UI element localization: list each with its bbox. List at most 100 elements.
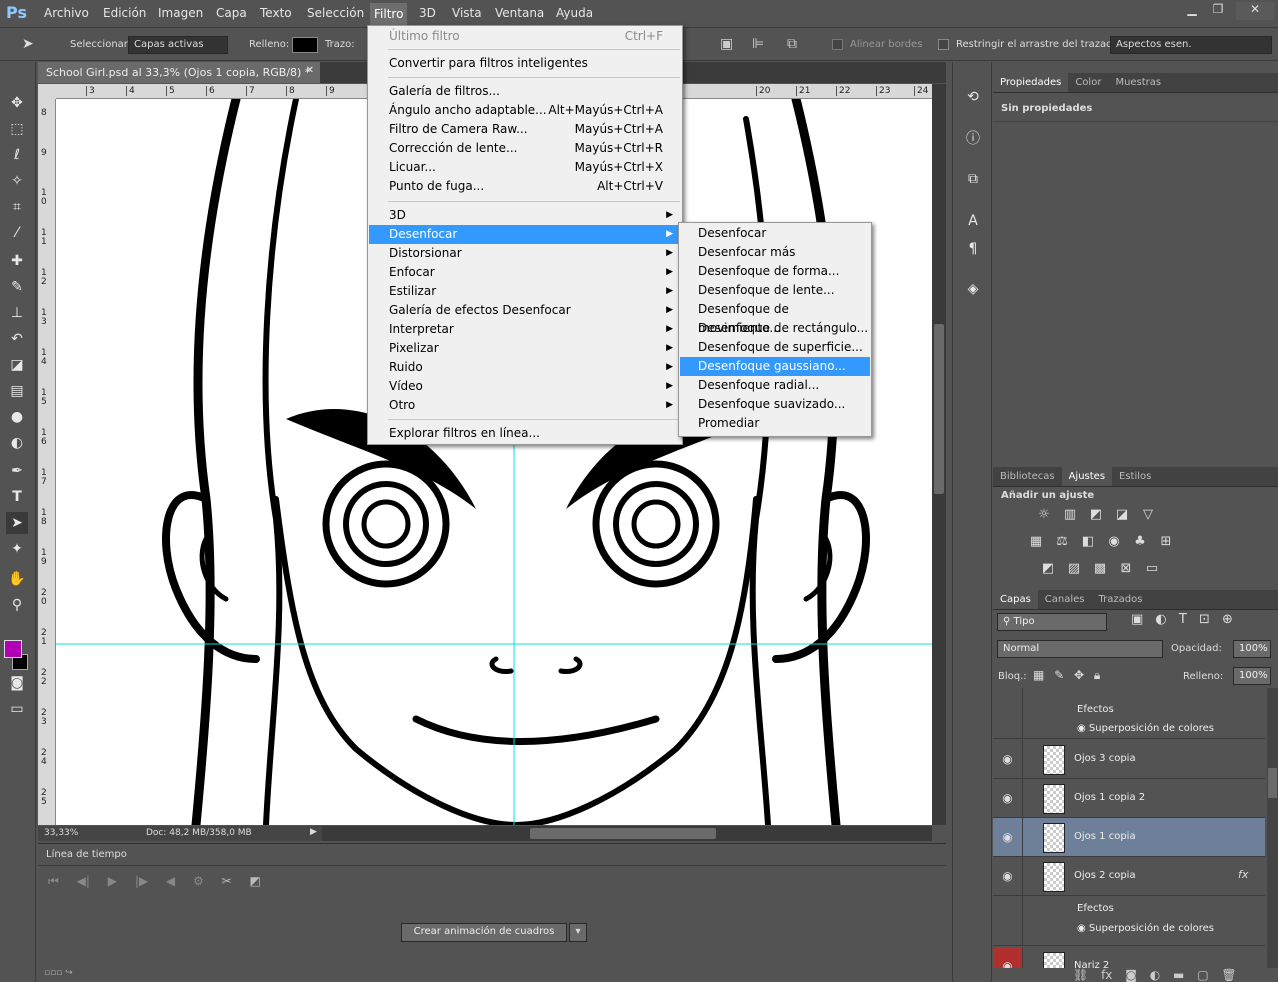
transition-icon[interactable]: ◩ — [249, 874, 260, 888]
foreground-color-swatch[interactable] — [4, 640, 22, 658]
tab-ajustes[interactable]: Ajustes — [1061, 467, 1113, 486]
menu-item-submenu[interactable]: Pixelizar ▶ — [369, 339, 681, 358]
marquee-tool-icon[interactable]: ⬚ — [6, 118, 28, 140]
menu-item-filter[interactable]: Filtro de Camera Raw... Mayús+Ctrl+A — [369, 120, 681, 139]
gradient-tool-icon[interactable]: ▤ — [6, 380, 28, 402]
gradient-map-icon[interactable]: ▭ — [1143, 561, 1161, 577]
audio-icon[interactable]: ◀ — [166, 874, 175, 888]
character-panel-icon[interactable]: A — [962, 210, 984, 232]
menu-item-browse-online[interactable]: Explorar filtros en línea... — [369, 424, 681, 443]
zoom-tool-icon[interactable]: ⚲ — [6, 594, 28, 616]
menu-item-submenu[interactable]: Desenfocar ▶ — [369, 225, 681, 244]
workspace-dropdown[interactable]: Aspectos esen. — [1110, 36, 1272, 54]
layer-mask-icon[interactable]: ◙ — [1125, 968, 1137, 982]
info-panel-icon[interactable]: ⓘ — [962, 128, 984, 150]
blur-menu-item[interactable]: Desenfocar más — [680, 243, 870, 262]
timeline-footer-icons[interactable]: ▫▫▫ ↪ — [44, 968, 73, 978]
visibility-eye-icon[interactable]: ◉ — [993, 947, 1023, 968]
dodge-tool-icon[interactable]: ◐ — [6, 432, 28, 454]
brush-tool-icon[interactable]: ✎ — [6, 276, 28, 298]
play-icon[interactable]: ▶ — [108, 874, 117, 888]
shape-tool-icon[interactable]: ✦ — [6, 538, 28, 560]
blend-mode-dropdown[interactable]: Normal — [997, 640, 1163, 658]
opacity-field[interactable]: 100% — [1233, 640, 1271, 658]
channel-mixer-icon[interactable]: ♣ — [1131, 534, 1149, 550]
menu-item-submenu[interactable]: Galería de efectos Desenfocar ▶ — [369, 301, 681, 320]
layer-row-selected[interactable]: ◉ Ojos 1 copia — [993, 818, 1265, 857]
status-menu-icon[interactable]: ▶ — [310, 827, 317, 837]
fill-field[interactable]: 100% — [1233, 667, 1271, 685]
menu-seleccion[interactable]: Selección — [307, 6, 364, 20]
levels-icon[interactable]: ▥ — [1061, 507, 1079, 523]
menu-3d[interactable]: 3D — [419, 6, 436, 20]
split-scissors-icon[interactable]: ✂ — [222, 874, 232, 888]
magic-wand-icon[interactable]: ✧ — [6, 170, 28, 192]
close-icon[interactable]: ✕ — [1236, 2, 1274, 20]
healing-brush-icon[interactable]: ✚ — [6, 250, 28, 272]
menu-archivo[interactable]: Archivo — [44, 6, 89, 20]
screen-mode-icon[interactable]: ▭ — [6, 698, 28, 720]
menu-texto[interactable]: Texto — [260, 6, 292, 20]
blur-tool-icon[interactable]: ● — [6, 406, 28, 428]
menu-item-submenu[interactable]: Vídeo ▶ — [369, 377, 681, 396]
vertical-scroll-thumb[interactable] — [934, 324, 944, 494]
blur-menu-item[interactable]: Promediar — [680, 414, 870, 433]
tab-color[interactable]: Color — [1068, 73, 1108, 92]
restore-icon[interactable]: ❐ — [1206, 2, 1230, 20]
eyedropper-icon[interactable]: ⁄ — [6, 222, 28, 244]
animation-type-dropdown-icon[interactable]: ▾ — [569, 923, 587, 942]
history-panel-icon[interactable]: ⟲ — [962, 86, 984, 108]
tab-muestras[interactable]: Muestras — [1108, 73, 1168, 92]
create-frame-animation-button[interactable]: Crear animación de cuadros — [401, 923, 567, 942]
history-brush-icon[interactable]: ↶ — [6, 328, 28, 350]
blur-menu-item[interactable]: Desenfoque de movimiento... — [680, 300, 870, 335]
layer-row[interactable]: ◉ Ojos 2 copia fx — [993, 857, 1265, 896]
layer-row[interactable]: ◉ Ojos 3 copia — [993, 740, 1265, 779]
blur-menu-item[interactable]: Desenfoque de rectángulo... — [680, 319, 870, 338]
photo-filter-icon[interactable]: ◉ — [1105, 534, 1123, 550]
color-overlay-effect[interactable]: ◉ Superposición de colores — [1077, 923, 1214, 934]
menu-ventana[interactable]: Ventana — [495, 6, 544, 20]
menu-item-submenu[interactable]: Estilizar ▶ — [369, 282, 681, 301]
tab-trazados[interactable]: Trazados — [1092, 590, 1150, 609]
blur-menu-item[interactable]: Desenfoque de superficie... — [680, 338, 870, 357]
zoom-level[interactable]: 33,33% — [44, 828, 78, 838]
blur-menu-item[interactable]: Desenfoque de forma... — [680, 262, 870, 281]
selective-color-icon[interactable]: ⊠ — [1117, 561, 1135, 577]
select-dropdown[interactable]: Capas activas — [128, 36, 228, 54]
path-arrange-icon[interactable]: ⧉ — [787, 36, 797, 52]
delete-layer-icon[interactable]: 🗑︎ — [1221, 968, 1236, 982]
layer-filter-dropdown[interactable]: ⚲ Tipo — [997, 613, 1107, 631]
lasso-tool-icon[interactable]: ℓ — [6, 144, 28, 166]
eraser-icon[interactable]: ◪ — [6, 354, 28, 376]
horizontal-scroll-thumb[interactable] — [530, 828, 716, 839]
fx-icon[interactable]: fx — [1238, 868, 1248, 881]
menu-item-filter[interactable]: Ángulo ancho adaptable... Alt+Mayús+Ctrl+… — [369, 101, 681, 120]
hue-saturation-icon[interactable]: ▦ — [1027, 534, 1045, 550]
tab-bibliotecas[interactable]: Bibliotecas — [993, 467, 1062, 486]
prev-frame-icon[interactable]: ◀| — [77, 874, 90, 888]
visibility-eye-icon[interactable]: ◉ — [993, 740, 1023, 779]
black-white-icon[interactable]: ◧ — [1079, 534, 1097, 550]
path-selection-tool-icon[interactable]: ➤ — [22, 36, 34, 52]
timeline-controls[interactable]: ⏮ ◀| ▶ |▶ ◀ ⚙ ✂ ◩ — [48, 874, 261, 889]
canvas-vertical-scrollbar[interactable] — [932, 84, 946, 825]
paragraph-panel-icon[interactable]: ¶ — [962, 238, 984, 260]
type-tool-icon[interactable]: T — [6, 486, 28, 508]
menu-vista[interactable]: Vista — [452, 6, 482, 20]
menu-item-filter[interactable]: Punto de fuga... Alt+Ctrl+V — [369, 177, 681, 196]
tab-canales[interactable]: Canales — [1038, 590, 1092, 609]
menu-item-filter[interactable]: Galería de filtros... — [369, 82, 681, 101]
menu-edicion[interactable]: Edición — [103, 6, 146, 20]
menu-item-submenu[interactable]: 3D ▶ — [369, 206, 681, 225]
new-group-icon[interactable]: ▬ — [1173, 968, 1184, 982]
close-tab-icon[interactable]: ✕ — [306, 65, 314, 76]
menu-item-submenu[interactable]: Interpretar ▶ — [369, 320, 681, 339]
layer-filter-icons[interactable]: ▣ ◐ T ⊡ ⊕ — [1131, 612, 1233, 627]
minimize-icon[interactable]: ▁ — [1180, 2, 1204, 20]
tab-estilos[interactable]: Estilos — [1112, 467, 1158, 486]
layer-style-icon[interactable]: fx — [1101, 968, 1112, 982]
align-edges-checkbox[interactable] — [832, 39, 843, 50]
crop-tool-icon[interactable]: ⌗ — [6, 196, 28, 218]
visibility-eye-icon[interactable]: ◉ — [993, 857, 1023, 896]
